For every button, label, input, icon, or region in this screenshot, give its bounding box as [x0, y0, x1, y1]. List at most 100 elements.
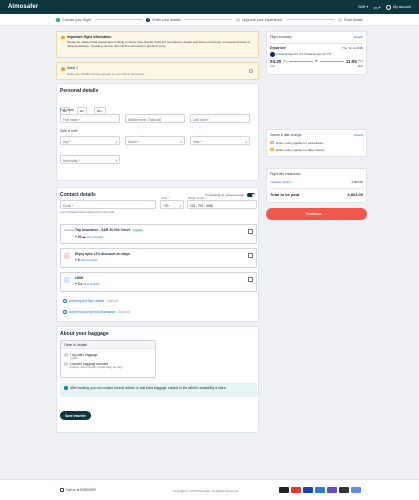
traveller-price: 4,863.00 — [351, 179, 363, 184]
insurer-logo: tawuniya — [64, 229, 75, 232]
policy-icon — [270, 147, 274, 152]
view-benefits-link[interactable]: View benefits — [86, 235, 103, 239]
booking-for-label: I'm booking for someone else — [204, 193, 244, 197]
traveller-header[interactable]: Adult 1 Enter your details as they appea… — [56, 62, 259, 80]
chevron-down-icon: ▾ — [366, 5, 369, 9]
policy-text: Airline policy applies for date change — [275, 147, 325, 152]
step-label: Final details — [343, 17, 363, 22]
account-menu[interactable]: My account — [386, 4, 411, 10]
airports: CAI JED — [270, 64, 363, 68]
header-controls: SAR ▾ عربي My account — [358, 4, 411, 10]
middle-name-input[interactable]: Middle name (Optional) — [125, 114, 185, 123]
total-price: 4,863.00 — [347, 191, 363, 197]
plane-icon: ✈ — [315, 59, 318, 63]
step-number: 4 — [337, 17, 342, 22]
cancel-details-link[interactable]: Details — [354, 133, 363, 137]
bag-icon — [64, 362, 68, 366]
traveller-title: Adult 1 — [67, 66, 79, 70]
flight-summary: Flight summary Details Departure Thu, 31 … — [266, 31, 367, 75]
cancel-title: Cancel & date change — [270, 132, 302, 137]
traveller-label: Traveller Adult 1 — [270, 179, 292, 184]
currency-label: SAR — [358, 5, 366, 9]
optional-label: Optional — [106, 299, 119, 303]
mada-icon — [279, 487, 289, 493]
step-final: 4 Final details — [337, 17, 363, 22]
fare-title: Flight fare breakdown — [270, 171, 301, 176]
add-meal-assistance[interactable]: + Add meal and special assistance Optional — [63, 310, 129, 314]
day-value: Day * — [63, 139, 71, 144]
visa-icon — [303, 487, 313, 493]
day-select[interactable]: Day * ▾ — [60, 136, 120, 145]
addon-price: + 3 5 View benefits — [75, 282, 100, 287]
first-name-input[interactable]: First name * — [60, 114, 120, 123]
contact-details: Contact details I'm booking for someone … — [56, 187, 259, 322]
chevron-down-icon: ▾ — [179, 204, 181, 208]
step-label: Enter your details — [152, 17, 181, 22]
stays-checkbox[interactable] — [248, 253, 253, 258]
esim-checkbox[interactable] — [248, 277, 253, 282]
email-input[interactable]: Email * — [60, 200, 156, 209]
footer: Call us at 920000997 Copyright © 2025 Al… — [0, 479, 419, 500]
baggage-section: About your baggage Cabin to Jeddah 7 kg … — [56, 326, 259, 433]
language-switch[interactable]: عربي — [373, 5, 381, 9]
cabin-baggage-box: Cabin to Jeddah 7 kg cabin baggage 1 piec… — [60, 340, 156, 378]
call-us[interactable]: Call us at 920000997 — [60, 488, 96, 492]
fullname-label: Full name — [60, 108, 74, 112]
popular-badge: Popular — [132, 228, 144, 233]
user-icon — [386, 4, 392, 10]
step-label: Upgrade your experience — [241, 17, 283, 22]
divider — [94, 19, 143, 20]
add-frequent-flyer[interactable]: + Add frequent flyer details Optional — [63, 299, 118, 303]
country-code-select[interactable]: +20 ▾ — [160, 200, 184, 209]
tabby-icon — [327, 487, 337, 493]
price-value: 3 — [77, 282, 80, 287]
personal-details: Personal details Mr. Ms. Mrs. Full name … — [56, 83, 259, 181]
continue-button[interactable]: Continue → — [266, 208, 367, 220]
save-traveller-button[interactable]: Save traveller — [60, 411, 91, 420]
last-name-input[interactable]: Last name * — [190, 114, 250, 123]
mobile-input[interactable]: 115 - 793 - 4060 — [187, 200, 257, 209]
summary-title: Flight summary — [270, 34, 292, 39]
nationality-select[interactable]: Nationality * ▾ — [60, 155, 120, 164]
airline-row: Kuwait Airways KU 114, Kuwait Airways KU… — [270, 51, 363, 57]
fare-row[interactable]: Traveller Adult 1 4,863.00 — [270, 180, 363, 184]
policy-text: Airline policy applies for cancellation — [275, 140, 324, 145]
baggage-item: 7 kg cabin baggage 1 piece — [61, 351, 155, 360]
check-icon: ✓ — [56, 17, 60, 22]
step-choose-flight[interactable]: ✓ Choose your flight — [56, 17, 91, 22]
baggage-item: Checked baggage included 2 pieces, airlin… — [61, 360, 155, 369]
copyright: Copyright © 2025 Almosafer. All Rights R… — [173, 489, 240, 493]
booking-for-toggle[interactable] — [247, 193, 255, 197]
mastercard-icon — [291, 487, 301, 493]
notice-body: Please be advised that passengers holdin… — [67, 40, 251, 48]
chevron-down-icon: ▾ — [115, 140, 117, 144]
call-text: Call us at 920000997 — [66, 488, 97, 492]
view-benefits-link[interactable]: View benefits — [81, 258, 98, 262]
user-icon — [60, 67, 65, 71]
arr-day: Thu — [357, 59, 363, 63]
step-number: 2 — [146, 17, 151, 22]
arrow-right-icon: → — [323, 212, 328, 216]
notice-title: Important flight information — [67, 35, 112, 39]
view-benefits-link[interactable]: View benefits — [83, 282, 100, 286]
route-line — [289, 60, 314, 62]
month-value: Month * — [128, 139, 139, 144]
traveller-subtitle: Enter your details as they appear on you… — [67, 72, 145, 76]
cancel-date-change: Cancel & date change Details Airline pol… — [266, 129, 367, 157]
chevron-icon[interactable] — [249, 69, 253, 73]
old-price: 5 — [80, 282, 83, 287]
insurance-checkbox[interactable] — [248, 229, 253, 234]
info-icon — [64, 386, 68, 390]
airline-name: Kuwait Airways KU 114, Kuwait Airways KU… — [276, 52, 332, 56]
fare-total: Total to be paid 4,863.00 — [270, 187, 363, 197]
currency-selector[interactable]: SAR ▾ — [358, 5, 368, 9]
dob-label: Date of birth — [60, 129, 78, 133]
year-select[interactable]: Year * ▾ — [190, 136, 250, 145]
month-select[interactable]: Month * ▾ — [125, 136, 185, 145]
summary-details-link[interactable]: Details — [354, 35, 363, 39]
logo[interactable]: Almosafer — [8, 4, 38, 10]
departure-date: Thu, 31 Jul 2025 — [342, 45, 363, 50]
applepay-icon — [339, 487, 349, 493]
addon-insurance: tawuniya Trip Insurance - SAR 20,000 Cov… — [60, 224, 257, 244]
chevron-down-icon: ▾ — [115, 159, 117, 163]
